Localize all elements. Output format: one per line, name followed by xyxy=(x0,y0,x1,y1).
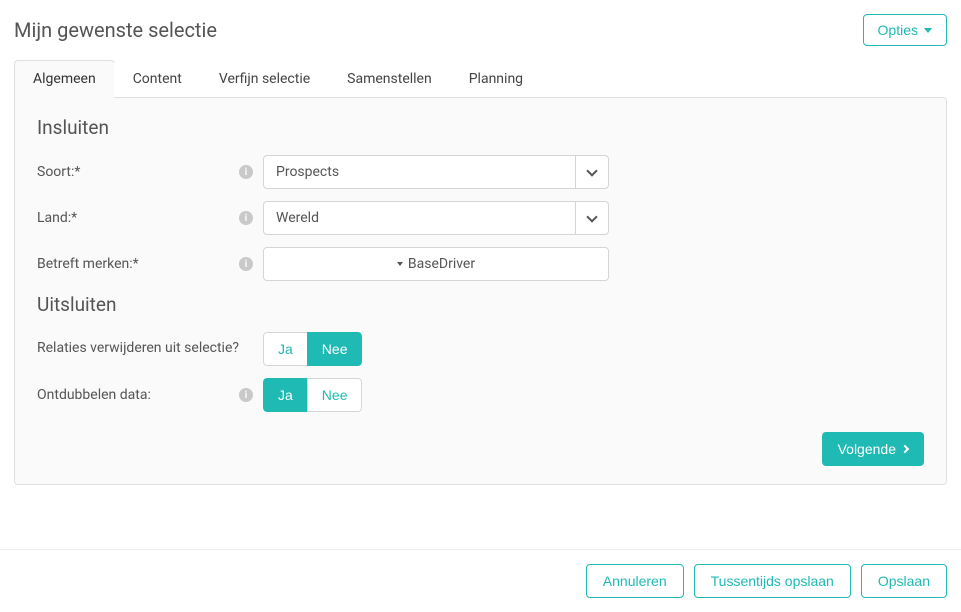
ontdubbelen-nee[interactable]: Nee xyxy=(307,378,363,412)
section-uitsluiten-title: Uitsluiten xyxy=(37,293,924,316)
merken-value: BaseDriver xyxy=(408,256,475,272)
caret-down-icon xyxy=(397,262,403,266)
merken-select[interactable]: BaseDriver xyxy=(263,247,609,281)
options-label: Opties xyxy=(878,22,918,38)
page-title: Mijn gewenste selectie xyxy=(14,18,217,42)
volgende-button[interactable]: Volgende xyxy=(822,432,924,466)
tab-planning[interactable]: Planning xyxy=(450,60,542,97)
relaties-label: Relaties verwijderen uit selectie? xyxy=(37,340,239,356)
annuleren-button[interactable]: Annuleren xyxy=(586,564,684,598)
chevron-right-icon xyxy=(901,445,909,453)
tab-samenstellen[interactable]: Samenstellen xyxy=(328,60,451,97)
panel: Insluiten Soort:* i Prospects Land:* i W… xyxy=(14,97,947,485)
ontdubbelen-label: Ontdubbelen data: xyxy=(37,387,151,403)
land-select[interactable]: Wereld xyxy=(263,201,609,235)
tussentijds-opslaan-button[interactable]: Tussentijds opslaan xyxy=(694,564,851,598)
info-icon[interactable]: i xyxy=(239,165,253,179)
merken-label: Betreft merken:* xyxy=(37,256,139,272)
footer-bar: Annuleren Tussentijds opslaan Opslaan xyxy=(0,549,961,612)
relaties-ja[interactable]: Ja xyxy=(263,332,307,366)
land-value: Wereld xyxy=(263,201,575,235)
chevron-down-icon[interactable] xyxy=(575,201,609,235)
relaties-nee[interactable]: Nee xyxy=(307,332,363,366)
caret-down-icon xyxy=(924,28,932,33)
land-label: Land:* xyxy=(37,210,77,226)
ontdubbelen-toggle: Ja Nee xyxy=(263,378,362,412)
info-icon[interactable]: i xyxy=(239,388,253,402)
volgende-label: Volgende xyxy=(838,441,896,457)
soort-select[interactable]: Prospects xyxy=(263,155,609,189)
tab-algemeen[interactable]: Algemeen xyxy=(14,60,115,98)
soort-value: Prospects xyxy=(263,155,575,189)
info-icon[interactable]: i xyxy=(239,211,253,225)
chevron-down-icon[interactable] xyxy=(575,155,609,189)
ontdubbelen-ja[interactable]: Ja xyxy=(263,378,307,412)
relaties-toggle: Ja Nee xyxy=(263,332,362,366)
options-dropdown[interactable]: Opties xyxy=(863,14,947,46)
tab-verfijn-selectie[interactable]: Verfijn selectie xyxy=(200,60,329,97)
tab-content[interactable]: Content xyxy=(114,60,201,97)
section-insluiten-title: Insluiten xyxy=(37,116,924,139)
opslaan-button[interactable]: Opslaan xyxy=(861,564,947,598)
soort-label: Soort:* xyxy=(37,164,80,180)
info-icon[interactable]: i xyxy=(239,257,253,271)
tabs: Algemeen Content Verfijn selectie Samens… xyxy=(14,60,947,97)
